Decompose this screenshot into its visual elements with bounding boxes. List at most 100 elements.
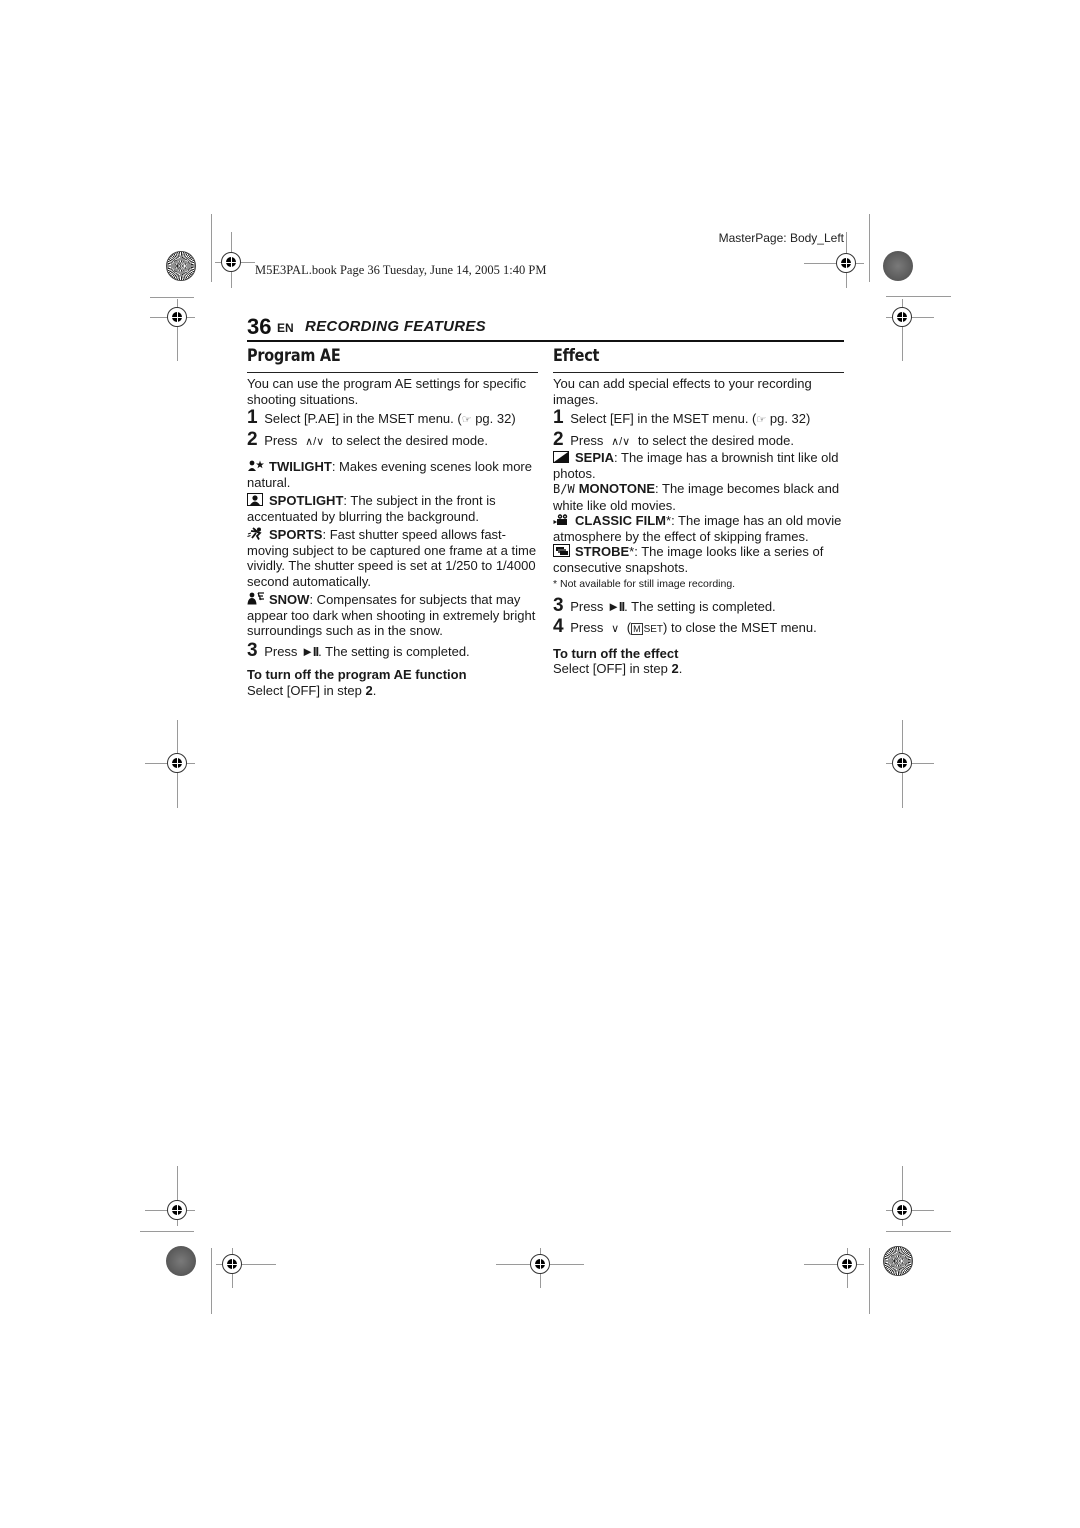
page-reference-icon: ☞ [461,414,472,426]
turn-off-heading: To turn off the effect [553,645,679,661]
mset-label: SET [643,624,664,635]
sports-icon [247,527,263,540]
page-number: 36 [247,314,272,339]
step-text: Select [EF] in the MSET menu. ( [570,411,757,426]
registration-mark [836,253,856,273]
effect-step-1: 1 Select [EF] in the MSET menu. (☞ pg. 3… [553,407,844,429]
registration-mark [892,1200,912,1220]
mode-name: SPORTS [269,527,323,542]
mode-monotone: B/W MONOTONE: The image becomes black and… [553,481,844,513]
step-reference: 2 [671,661,679,676]
punctuation: . [372,682,377,698]
crop-line [140,1231,194,1232]
step-reference: 2 [365,682,373,698]
step-number: 2 [553,428,564,450]
twilight-icon [247,460,264,472]
crop-line [150,297,194,298]
color-starburst-mark [166,251,196,281]
effect-intro: You can add special effects to your reco… [553,376,812,407]
turn-off-text: Select [OFF] in step 2. [553,661,844,677]
mode-snow: SNOW: Compensates for subjects that may … [247,592,538,639]
play-pause-icon: ►II [301,643,319,659]
crop-line [886,1231,951,1232]
step-number: 2 [247,428,258,450]
mode-name: MONOTONE [578,481,656,496]
mset-m-glyph: M [631,623,643,635]
registration-mark [530,1254,550,1274]
step-text: Press [570,432,604,448]
classic-film-icon [553,514,569,526]
language-code: EN [277,321,294,335]
step-text: Select [P.AE] in the MSET menu. ( [264,411,462,426]
step-number: 1 [247,407,258,428]
monotone-icon: B/W [553,482,575,496]
down-arrow-icon: ∨ [611,623,620,635]
crop-line [869,214,870,282]
step-text: . The setting is completed. [318,643,470,659]
step-number: 1 [553,407,564,428]
effect-section: Effect You can add special effects to yo… [553,344,844,677]
mode-name: SPOTLIGHT [269,493,344,508]
step-text: Press [264,432,298,448]
effect-step-2: 2 Press ∧/∨ to select the desired mode. [553,428,844,451]
mode-name: TWILIGHT [269,459,332,474]
program-ae-step-2: 2 Press ∧/∨ to select the desired mode. [247,428,538,451]
page-reference-icon: ☞ [756,414,767,426]
strobe-icon [553,544,570,557]
step-text: Press [264,643,298,659]
mode-name: CLASSIC FILM [575,513,666,528]
program-ae-step-1: 1 Select [P.AE] in the MSET menu. (☞ pg.… [247,407,538,429]
punctuation: . [678,661,683,676]
title-rule [247,372,538,373]
program-ae-intro: You can use the program AE settings for … [247,376,527,407]
turn-off-heading: To turn off the program AE function [247,667,467,682]
registration-mark [167,307,187,327]
mode-classic-film: CLASSIC FILM*: The image has an old movi… [553,513,844,544]
crop-line [869,1248,870,1314]
program-ae-section: Program AE You can use the program AE se… [247,344,538,698]
page-header: 36 EN RECORDING FEATURES [247,314,844,342]
step-number: 4 [553,616,564,637]
mode-twilight: TWILIGHT: Makes evening scenes look more… [247,459,538,490]
turn-off-instruction: Select [OFF] in step [247,682,366,698]
book-slug-line: M5E3PAL.book Page 36 Tuesday, June 14, 2… [255,263,547,277]
mode-name: SEPIA [575,450,615,465]
mode-spotlight: SPOTLIGHT: The subject in the front is a… [247,493,538,524]
registration-mark [892,307,912,327]
effect-title: Effect [553,346,600,366]
effect-step-3: 3 Press ►II. The setting is completed. [553,596,844,615]
mode-name: STROBE [575,544,630,559]
up-down-arrow-icon: ∧/∨ [305,435,325,448]
turn-off-instruction: Select [OFF] in step [553,661,672,676]
page-reference: pg. 32) [766,411,811,426]
sepia-icon [553,451,569,463]
snow-icon [247,592,264,605]
mode-strobe: STROBE*: The image looks like a series o… [553,544,844,575]
step-text: to close the MSET menu. [667,620,817,635]
step-text: Press [570,598,604,614]
step-number: 3 [247,639,258,661]
program-ae-title: Program AE [247,346,341,366]
crop-line [211,1248,212,1314]
mode-name: SNOW [269,592,310,607]
solid-ball-mark [166,1246,196,1276]
mode-sports: SPORTS: Fast shutter speed allows fast-m… [247,527,538,589]
page-reference: pg. 32) [471,411,516,426]
registration-mark [167,1200,187,1220]
registration-mark [221,252,241,272]
turn-off-text: Select [OFF] in step 2. [247,683,538,699]
color-starburst-mark [883,1246,913,1276]
effect-step-4: 4 Press ∨ (M SET) to close the MSET menu. [553,616,844,638]
registration-mark [892,753,912,773]
mode-sepia: SEPIA: The image has a brownish tint lik… [553,450,844,481]
section-title: RECORDING FEATURES [305,318,486,335]
registration-mark [167,753,187,773]
footnote: * Not available for still image recordin… [553,578,736,590]
crop-line [211,214,212,282]
program-ae-step-3: 3 Press ►II. The setting is completed. [247,639,538,661]
title-rule [553,372,844,373]
spotlight-icon [247,493,263,506]
mset-button-icon: M SET [631,622,663,638]
registration-mark [837,1254,857,1274]
step-text: to select the desired mode. [637,432,794,448]
